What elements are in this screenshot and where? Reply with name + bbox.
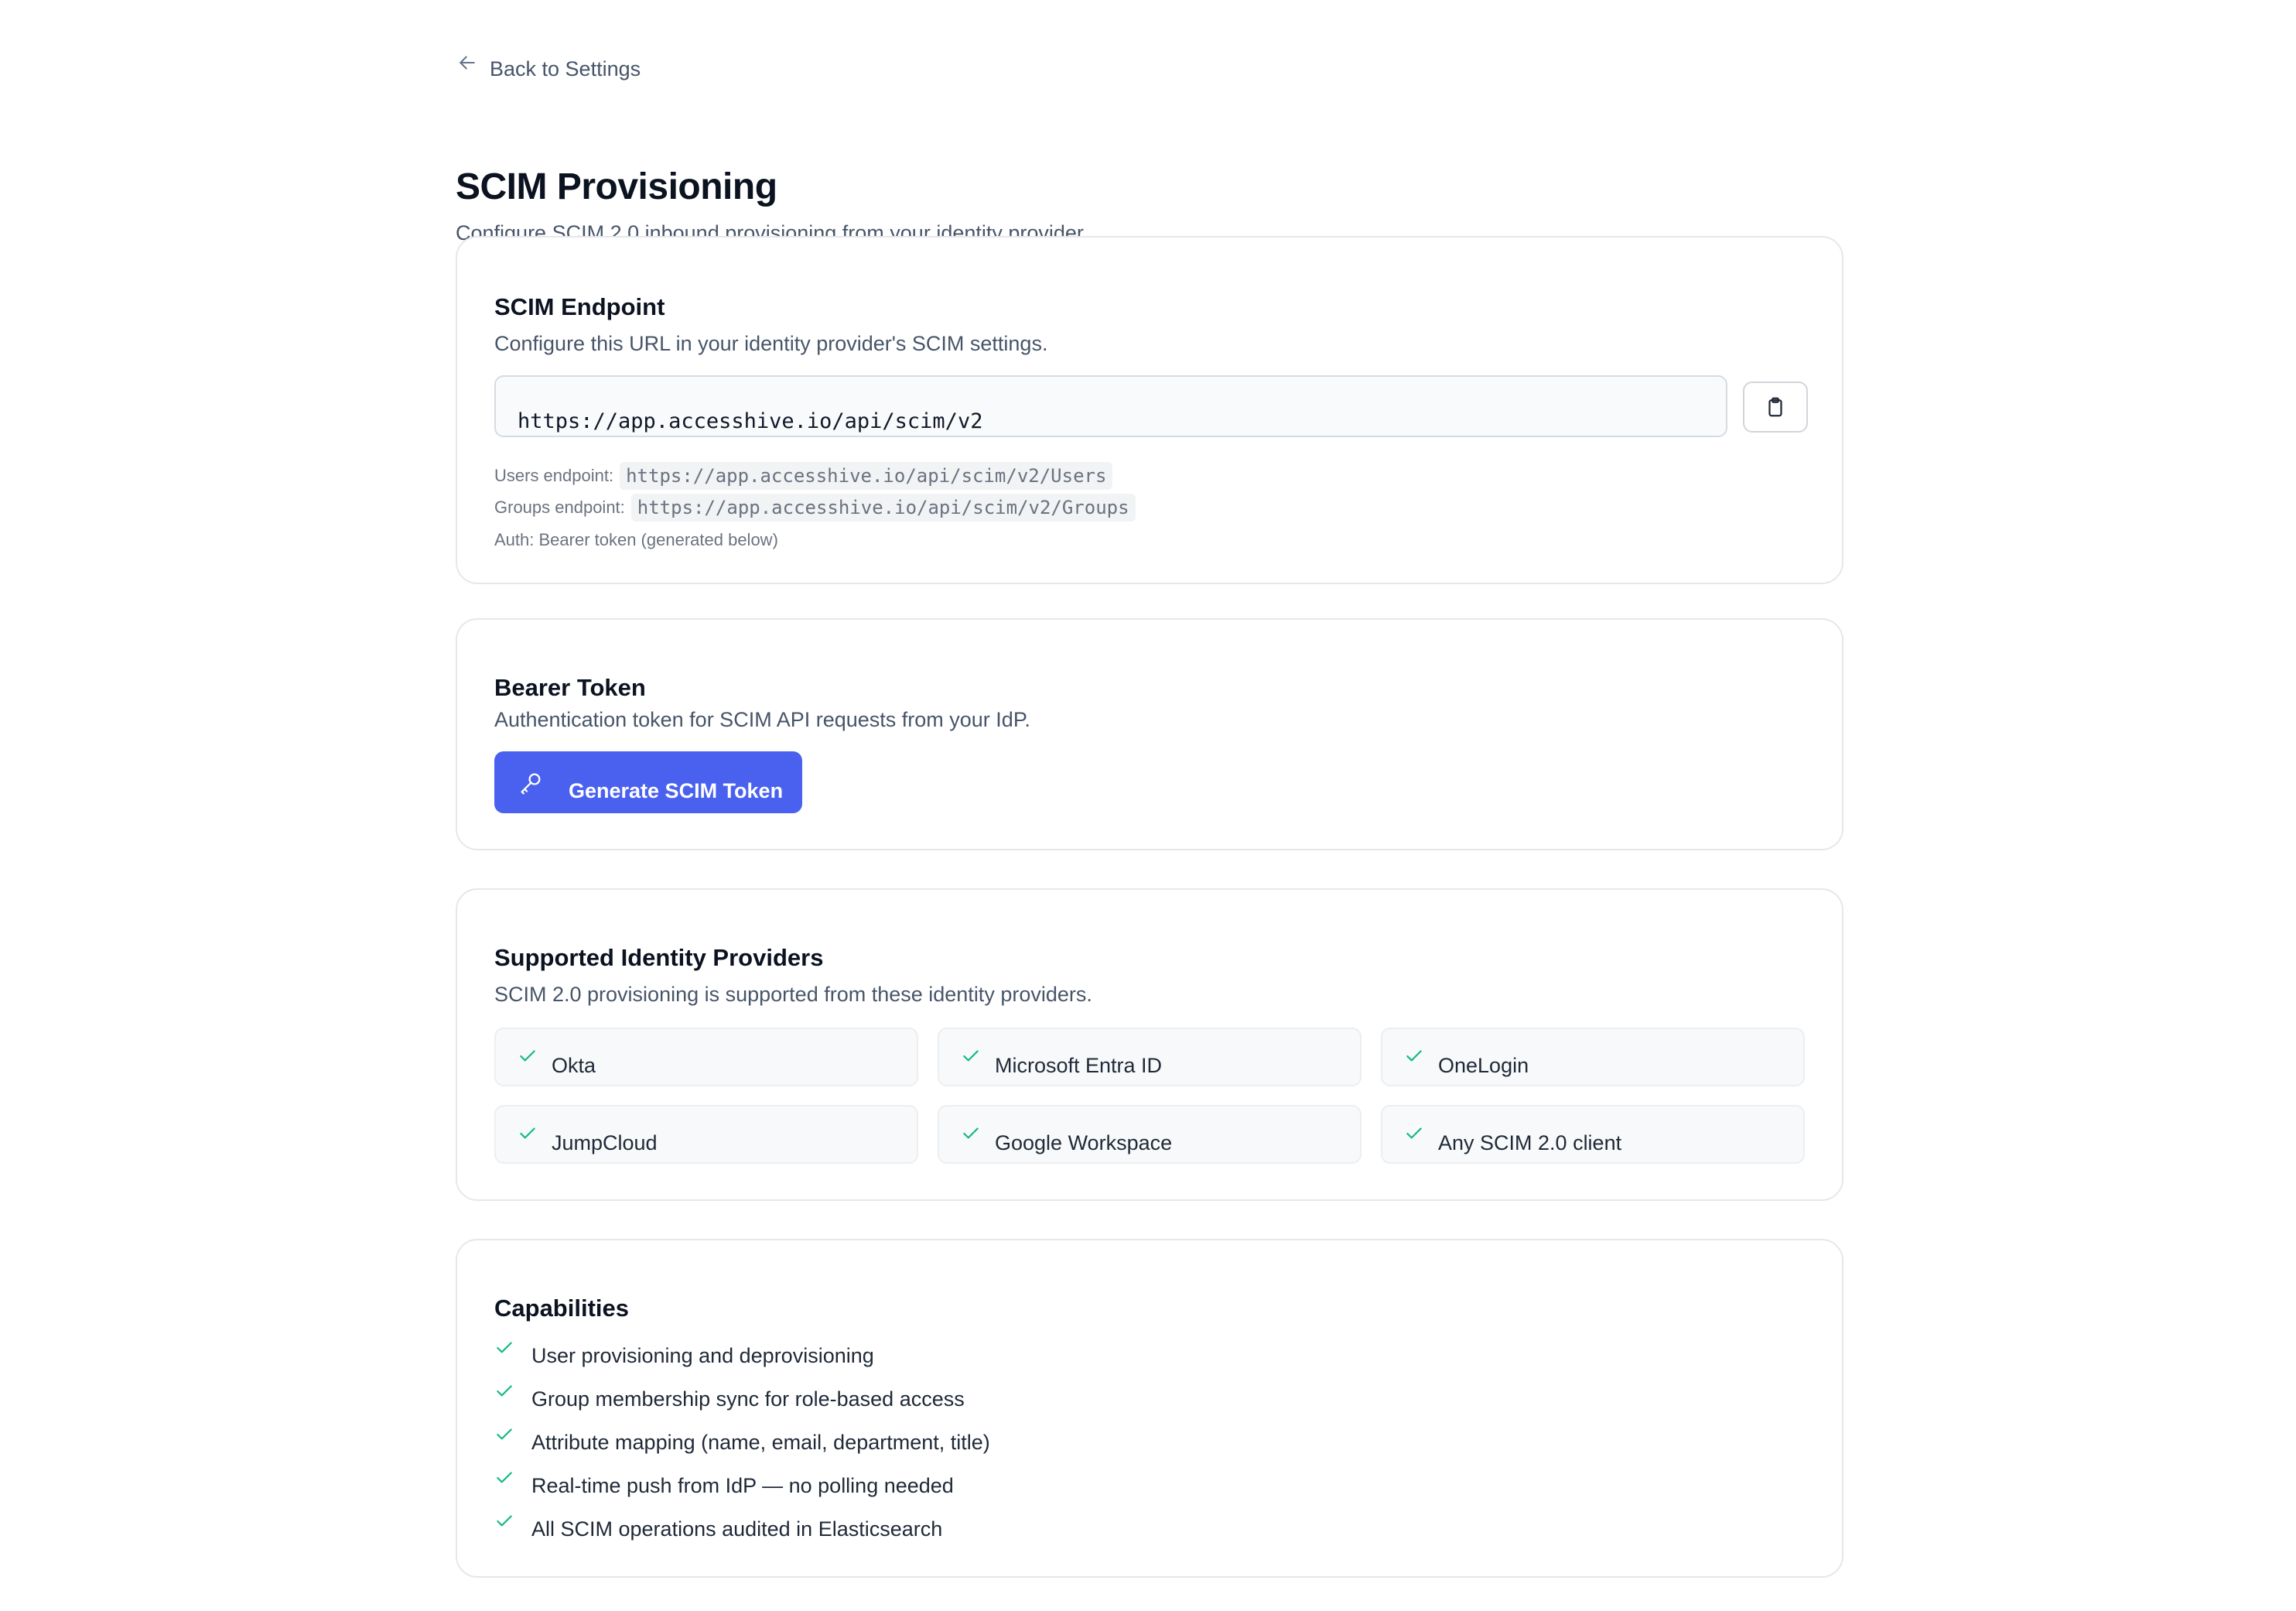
check-icon <box>520 1127 535 1139</box>
capability-label: Attribute mapping (name, email, departme… <box>531 1431 990 1454</box>
check-icon <box>497 1385 512 1397</box>
capability-label: All SCIM operations audited in Elasticse… <box>531 1517 943 1541</box>
capabilities-card: Capabilities User provisioning and depro… <box>456 1239 1843 1578</box>
key-icon <box>521 773 541 795</box>
token-description: Authentication token for SCIM API reques… <box>494 708 1030 731</box>
check-icon <box>497 1342 512 1353</box>
provider-label: Any SCIM 2.0 client <box>1438 1131 1622 1154</box>
users-endpoint-label: Users endpoint: <box>494 466 614 485</box>
capability-label: Group membership sync for role-based acc… <box>531 1387 965 1411</box>
capabilities-title: Capabilities <box>494 1295 629 1322</box>
check-icon <box>1406 1050 1422 1062</box>
provider-google-workspace: Google Workspace <box>938 1105 1362 1164</box>
bearer-token-card: Bearer Token Authentication token for SC… <box>456 618 1843 850</box>
check-icon <box>497 1428 512 1440</box>
provider-label: Microsoft Entra ID <box>995 1054 1163 1077</box>
provider-label: Google Workspace <box>995 1131 1173 1154</box>
identity-providers-card: Supported Identity Providers SCIM 2.0 pr… <box>456 888 1843 1201</box>
page-title: SCIM Provisioning <box>456 166 777 207</box>
page-container: Back to Settings SCIM Provisioning Confi… <box>456 40 1843 1578</box>
back-link-label: Back to Settings <box>490 56 641 80</box>
generate-token-label: Generate SCIM Token <box>569 779 784 802</box>
users-endpoint-row: Users endpoint: https://app.accesshive.i… <box>494 462 1113 490</box>
generate-scim-token-button[interactable]: Generate SCIM Token <box>494 751 802 813</box>
check-icon <box>497 1472 512 1483</box>
capability-label: Real-time push from IdP — no polling nee… <box>531 1474 954 1497</box>
clipboard-icon <box>1768 397 1782 417</box>
check-icon <box>1406 1127 1422 1139</box>
provider-microsoft-entra-id: Microsoft Entra ID <box>938 1028 1362 1086</box>
groups-endpoint-url: https://app.accesshive.io/api/scim/v2/Gr… <box>630 494 1136 522</box>
provider-onelogin: OneLogin <box>1381 1028 1805 1086</box>
check-icon <box>963 1050 979 1062</box>
provider-any-scim-client: Any SCIM 2.0 client <box>1381 1105 1805 1164</box>
providers-title: Supported Identity Providers <box>494 944 824 971</box>
back-to-settings-link[interactable]: Back to Settings <box>456 40 1843 85</box>
providers-description: SCIM 2.0 provisioning is supported from … <box>494 983 1092 1006</box>
capability-label: User provisioning and deprovisioning <box>531 1344 874 1367</box>
provider-jumpcloud: JumpCloud <box>494 1105 918 1164</box>
provider-okta: Okta <box>494 1028 918 1086</box>
groups-endpoint-label: Groups endpoint: <box>494 498 625 517</box>
check-icon <box>497 1515 512 1527</box>
auth-note: Auth: Bearer token (generated below) <box>494 530 778 550</box>
check-icon <box>520 1050 535 1062</box>
copy-url-button[interactable] <box>1743 381 1808 433</box>
provider-label: OneLogin <box>1438 1054 1529 1077</box>
users-endpoint-url: https://app.accesshive.io/api/scim/v2/Us… <box>620 462 1113 490</box>
token-title: Bearer Token <box>494 674 646 701</box>
arrow-left-icon <box>460 56 475 70</box>
endpoint-description: Configure this URL in your identity prov… <box>494 332 1048 355</box>
provider-label: Okta <box>552 1054 596 1077</box>
scim-url-field[interactable]: https://app.accesshive.io/api/scim/v2 <box>494 375 1727 437</box>
auth-note-text: Auth: Bearer token (generated below) <box>494 530 778 549</box>
check-icon <box>963 1127 979 1139</box>
groups-endpoint-row: Groups endpoint: https://app.accesshive.… <box>494 494 1136 522</box>
provider-label: JumpCloud <box>552 1131 658 1154</box>
scim-endpoint-card: SCIM Endpoint Configure this URL in your… <box>456 236 1843 584</box>
endpoint-title: SCIM Endpoint <box>494 293 665 320</box>
